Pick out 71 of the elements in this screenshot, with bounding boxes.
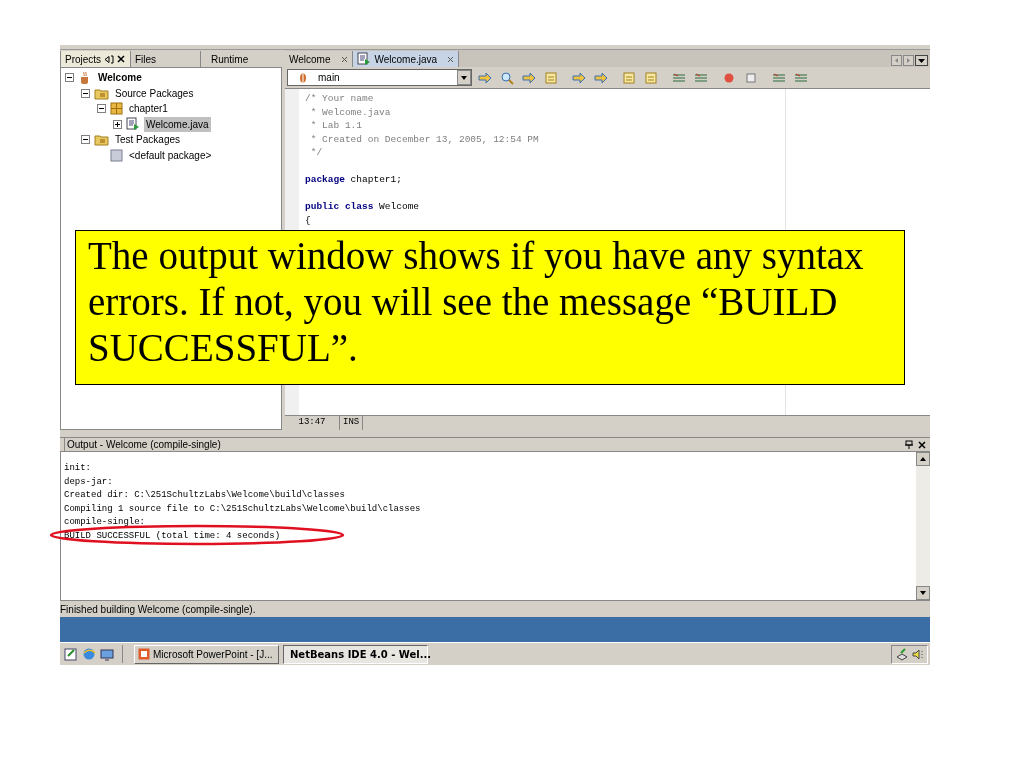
- tree-item[interactable]: <default package>: [127, 147, 214, 163]
- status-message: Finished building Welcome (compile-single).: [60, 602, 256, 617]
- folder-icon: [94, 133, 109, 147]
- taskbar-button[interactable]: Microsoft PowerPoint - [J...: [134, 644, 279, 664]
- document-icon: [544, 70, 558, 85]
- caret-icon: [457, 70, 471, 85]
- globe-icon[interactable]: [82, 647, 96, 661]
- output-line: BUILD SUCCESSFUL (total time: 4 seconds): [64, 529, 281, 543]
- lines-icon: [794, 71, 808, 84]
- arrow-icon: [478, 70, 492, 85]
- status-field: INS: [340, 416, 364, 430]
- scroll-left-icon[interactable]: [891, 55, 902, 66]
- lines-icon: [694, 71, 708, 84]
- tree-item[interactable]: Source Packages: [113, 85, 196, 101]
- output-line: compile-single:: [64, 516, 145, 529]
- lines-icon: [772, 71, 786, 84]
- taskbar-button[interactable]: NetBeans IDE 4.0 - Wel...: [283, 644, 428, 664]
- square-icon: [745, 71, 757, 84]
- notepad-icon[interactable]: [64, 647, 78, 661]
- method-icon: [298, 72, 308, 83]
- pin-icon[interactable]: [904, 439, 914, 450]
- tree-item[interactable]: chapter1: [127, 101, 170, 117]
- scrollbar[interactable]: [916, 452, 930, 600]
- package-icon: [110, 102, 123, 116]
- speaker-icon[interactable]: [911, 647, 924, 661]
- scroll-up-icon[interactable]: [916, 452, 930, 466]
- code-comment: * Lab 1.1: [309, 119, 362, 133]
- code-line: {: [305, 213, 311, 227]
- folder-icon: [94, 86, 109, 100]
- code-comment: */: [309, 146, 323, 160]
- collapse-toggle[interactable]: [81, 135, 90, 145]
- callout-box: The output window shows if you have any syntax errors. If not, you will see the message “BUILD SUCCESSFUL”.: [75, 230, 905, 385]
- app-icon: [138, 648, 150, 660]
- close-icon[interactable]: [117, 55, 126, 63]
- expand-toggle[interactable]: [113, 119, 122, 129]
- dropdown-icon[interactable]: [915, 55, 928, 66]
- editor-tab[interactable]: Welcome.java: [352, 51, 460, 67]
- arrow-icon: [572, 70, 586, 85]
- tree-item[interactable]: Welcome.java: [144, 116, 211, 132]
- code-comment: * Welcome.java: [309, 105, 391, 119]
- network-icon[interactable]: [895, 647, 909, 661]
- tree-item[interactable]: Test Packages: [113, 132, 183, 148]
- code-line: public class Welcome: [305, 200, 420, 214]
- close-icon[interactable]: [918, 440, 926, 449]
- minimize-icon[interactable]: [104, 54, 115, 64]
- collapse-toggle[interactable]: [97, 104, 106, 114]
- panel-tab[interactable]: Projects: [60, 51, 130, 67]
- arrow-icon: [594, 70, 608, 85]
- package-icon: [110, 148, 123, 162]
- code-comment: * Created on December 13, 2005, 12:54 PM: [309, 132, 539, 146]
- output-line: Compiling 1 source file to C:\251SchultzLabs\Welcome\build\classes: [64, 502, 421, 516]
- output-line: deps-jar:: [64, 475, 113, 489]
- circle-icon: [723, 71, 735, 84]
- file-arrow-icon: [356, 52, 371, 66]
- magnifier-icon: [500, 70, 514, 85]
- lines-icon: [672, 71, 686, 84]
- collapse-toggle[interactable]: [81, 88, 90, 98]
- document-icon: [644, 70, 658, 85]
- output-line: Created dir: C:\251SchultzLabs\Welcome\build\classes: [64, 489, 345, 502]
- document-icon: [622, 70, 636, 85]
- member-dropdown[interactable]: main: [287, 69, 472, 86]
- tree-item[interactable]: Welcome: [96, 70, 144, 86]
- desktop-icon[interactable]: [100, 647, 114, 661]
- arrow-icon: [522, 70, 536, 85]
- code-comment: /* Your name: [305, 92, 374, 106]
- collapse-toggle[interactable]: [65, 73, 74, 83]
- output-line: init:: [64, 462, 91, 475]
- editor-tab[interactable]: Welcome: [285, 51, 353, 67]
- status-field: 13:47: [285, 416, 340, 430]
- scroll-down-icon[interactable]: [916, 586, 930, 600]
- code-line: package chapter1;: [305, 173, 402, 187]
